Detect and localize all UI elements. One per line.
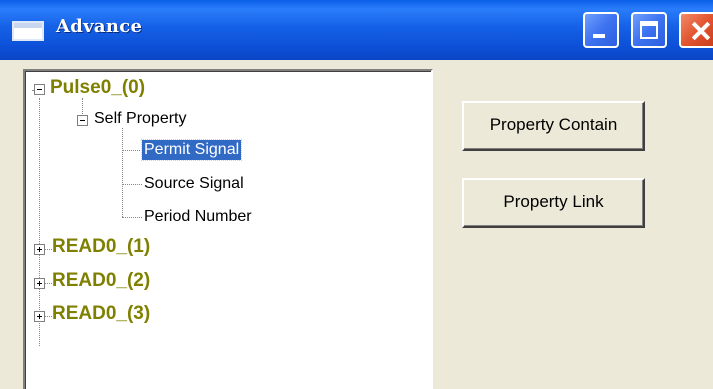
property-tree[interactable]: Pulse0_(0) Self Property Permit Signal S… xyxy=(23,69,433,389)
tree-line xyxy=(122,184,142,185)
tree-root-read0-2[interactable]: READ0_(2) xyxy=(52,270,150,292)
tree-root-pulse0[interactable]: Pulse0_(0) xyxy=(50,77,145,99)
tree-leaf-period-number[interactable]: Period Number xyxy=(144,207,252,227)
title-bar[interactable]: Advance xyxy=(0,0,713,60)
expand-toggle-icon[interactable] xyxy=(34,278,45,289)
tree-line xyxy=(122,150,142,151)
tree-root-read0-3[interactable]: READ0_(3) xyxy=(52,303,150,325)
tree-canvas: Pulse0_(0) Self Property Permit Signal S… xyxy=(25,71,431,389)
tree-line xyxy=(122,217,142,218)
tree-line xyxy=(122,128,123,217)
tree-leaf-source-signal[interactable]: Source Signal xyxy=(144,174,244,194)
window-icon xyxy=(12,21,44,41)
tree-node-self-property[interactable]: Self Property xyxy=(94,109,186,129)
maximize-button[interactable] xyxy=(631,12,667,48)
tree-line xyxy=(39,98,40,346)
property-contain-button[interactable]: Property Contain xyxy=(462,101,645,151)
window-title: Advance xyxy=(56,16,143,37)
minimize-button[interactable] xyxy=(583,12,619,48)
tree-line xyxy=(44,283,52,284)
collapse-toggle-icon[interactable] xyxy=(34,84,45,95)
tree-line xyxy=(44,316,52,317)
collapse-toggle-icon[interactable] xyxy=(77,115,88,126)
tree-line xyxy=(44,249,52,250)
property-link-button[interactable]: Property Link xyxy=(462,178,645,228)
close-button[interactable] xyxy=(679,12,713,48)
tree-root-read0-1[interactable]: READ0_(1) xyxy=(52,236,150,258)
expand-toggle-icon[interactable] xyxy=(34,311,45,322)
tree-leaf-permit-signal[interactable]: Permit Signal xyxy=(140,139,243,161)
expand-toggle-icon[interactable] xyxy=(34,244,45,255)
